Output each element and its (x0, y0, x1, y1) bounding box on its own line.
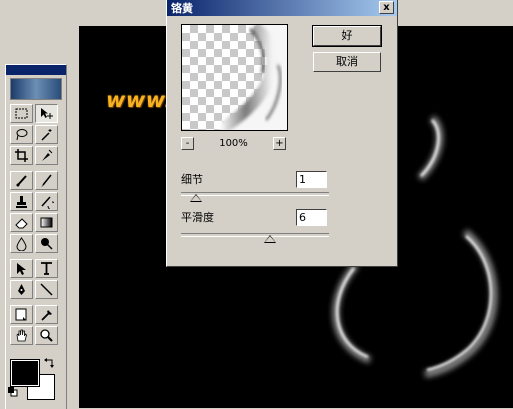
blur-tool-icon[interactable] (10, 234, 33, 253)
dialog-titlebar[interactable]: 铬黄 x (167, 0, 397, 16)
smoothness-input[interactable]: 6 (296, 209, 327, 226)
detail-input[interactable]: 1 (296, 171, 327, 188)
lasso-tool-icon[interactable] (10, 125, 33, 144)
chrome-filter-dialog: 铬黄 x 100% - + 好 取消 细节 1 平滑度 6 (166, 0, 398, 267)
hand-tool-icon[interactable] (10, 326, 33, 345)
detail-slider-track[interactable] (181, 192, 329, 196)
dialog-title: 铬黄 (171, 1, 193, 15)
clone-stamp-tool-icon[interactable] (10, 192, 33, 211)
eyedropper-tool-icon[interactable] (35, 305, 58, 324)
zoom-controls: 100% - + (181, 137, 286, 151)
zoom-out-button[interactable]: - (181, 137, 194, 150)
marquee-tool-icon[interactable] (10, 104, 33, 123)
ok-button[interactable]: 好 (312, 25, 382, 47)
detail-slider-thumb[interactable] (189, 194, 202, 202)
history-brush-tool-icon[interactable] (35, 192, 58, 211)
crop-tool-icon[interactable] (10, 146, 33, 165)
color-swatches (8, 357, 57, 400)
default-colors-icon[interactable] (8, 387, 18, 397)
filter-preview[interactable] (181, 24, 288, 131)
path-selection-tool-icon[interactable] (10, 259, 33, 278)
close-button[interactable]: x (379, 1, 394, 14)
smoothness-slider-thumb[interactable] (263, 235, 276, 243)
smoothness-slider-track[interactable] (181, 233, 329, 237)
brush-tool-icon[interactable] (35, 171, 58, 190)
eraser-tool-icon[interactable] (10, 213, 33, 232)
gradient-tool-icon[interactable] (35, 213, 58, 232)
line-tool-icon[interactable] (35, 280, 58, 299)
toolbox-titlebar[interactable] (6, 65, 66, 75)
app-logo[interactable] (10, 78, 62, 100)
zoom-tool-icon[interactable] (35, 326, 58, 345)
smoothness-label: 平滑度 (181, 211, 214, 224)
magic-wand-tool-icon[interactable] (35, 125, 58, 144)
dodge-tool-icon[interactable] (35, 234, 58, 253)
swap-colors-icon[interactable] (42, 357, 56, 371)
notes-tool-icon[interactable] (10, 305, 33, 324)
slice-tool-icon[interactable] (35, 146, 58, 165)
cancel-button[interactable]: 取消 (313, 52, 381, 72)
healing-brush-tool-icon[interactable] (10, 171, 33, 190)
type-tool-icon[interactable] (35, 259, 58, 278)
foreground-color-swatch[interactable] (10, 359, 40, 387)
pen-tool-icon[interactable] (10, 280, 33, 299)
preview-artwork (216, 25, 287, 130)
detail-label: 细节 (181, 173, 203, 186)
zoom-in-button[interactable]: + (273, 137, 286, 150)
zoom-value: 100% (219, 138, 248, 149)
move-tool-icon[interactable] (35, 104, 58, 123)
